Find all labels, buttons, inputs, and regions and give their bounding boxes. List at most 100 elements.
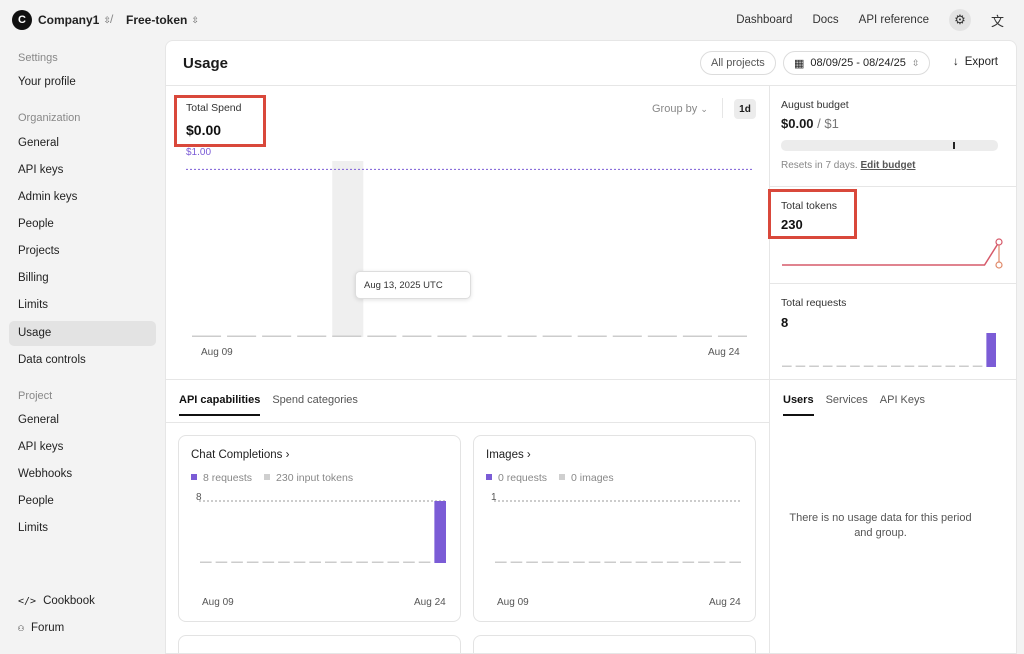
capability-bar [682, 561, 695, 563]
chat-completions-title[interactable]: Chat Completions › [191, 449, 289, 461]
budget-reset-text: Resets in 7 days. Edit budget [781, 160, 916, 171]
dashboard-link[interactable]: Dashboard [736, 14, 792, 26]
sidebar-item-api-keys[interactable]: API keys [9, 158, 156, 183]
sidebar-item-project-general[interactable]: General [9, 408, 156, 433]
capability-bar [713, 561, 726, 563]
chat-legend: 8 requests 230 input tokens [191, 472, 353, 484]
tab-api-keys[interactable]: API Keys [880, 394, 925, 416]
requests-bar [795, 365, 806, 367]
capability-card-4[interactable] [473, 635, 756, 653]
capability-bar [231, 561, 243, 563]
cookbook-link[interactable]: </> Cookbook [18, 595, 95, 607]
images-x-end: Aug 24 [709, 597, 741, 608]
legend-tokens: 230 input tokens [264, 472, 353, 484]
tab-services[interactable]: Services [826, 394, 868, 416]
chat-x-start: Aug 09 [202, 597, 234, 608]
capability-bar [698, 561, 710, 563]
budget-resets: Resets in 7 days. [781, 160, 858, 171]
capability-bar [340, 561, 353, 563]
org-avatar[interactable]: C [12, 10, 32, 30]
chat-completions-title-text: Chat Completions [191, 449, 283, 461]
images-legend: 0 requests 0 images [486, 472, 614, 484]
budget-progress-bar [781, 140, 998, 151]
capability-bar [495, 561, 507, 563]
org-switcher[interactable]: Company1 ⇳ [38, 13, 111, 27]
requests-bar [863, 365, 874, 367]
legend-images: 0 images [559, 472, 614, 484]
tab-api-capabilities[interactable]: API capabilities [179, 394, 261, 416]
settings-heading: Settings [18, 52, 58, 64]
spend-bar [192, 335, 222, 337]
translate-icon[interactable]: 文 [991, 11, 1004, 30]
tokens-chart[interactable] [774, 236, 1014, 276]
api-reference-link[interactable]: API reference [859, 14, 929, 26]
chevron-updown-icon: ⇳ [191, 14, 199, 25]
sidebar-item-data-controls[interactable]: Data controls [9, 348, 156, 373]
tab-users[interactable]: Users [783, 394, 814, 416]
capability-bar [573, 561, 585, 563]
spend-x-end: Aug 24 [708, 347, 740, 358]
images-card[interactable]: Images › 0 requests 0 images 1 Aug 09 Au… [473, 435, 756, 622]
calendar-icon: ▦ [794, 57, 805, 70]
breakdown-tabs: Users Services API Keys [783, 394, 925, 416]
sidebar-item-your-profile[interactable]: Your profile [9, 70, 156, 95]
chevron-right-icon: › [526, 449, 531, 461]
spend-bar [612, 335, 642, 337]
sidebar-item-admin-keys[interactable]: Admin keys [9, 185, 156, 210]
spend-bar [472, 335, 502, 337]
capability-bar [729, 561, 741, 563]
spend-bar [227, 335, 257, 337]
sidebar-item-project-api-keys[interactable]: API keys [9, 435, 156, 460]
forum-link[interactable]: ⚇ Forum [18, 622, 64, 634]
sidebar-item-projects[interactable]: Projects [9, 239, 156, 264]
sidebar-item-limits[interactable]: Limits [9, 293, 156, 318]
capability-bar [526, 561, 538, 563]
sidebar-item-people[interactable]: People [9, 212, 156, 237]
chat-completions-card[interactable]: Chat Completions › 8 requests 230 input … [178, 435, 461, 622]
hover-column [332, 161, 364, 337]
people-icon: ⚇ [18, 622, 25, 634]
main-panel: Usage All projects ▦ 08/09/25 - 08/24/25… [165, 40, 1017, 654]
sidebar-item-webhooks[interactable]: Webhooks [9, 462, 156, 487]
capability-bar [356, 561, 368, 563]
requests-bar [850, 365, 860, 367]
legend-requests-text: 8 requests [203, 472, 253, 484]
total-tokens-label: Total tokens [781, 200, 838, 212]
spend-bar [367, 335, 397, 337]
spend-bar [717, 335, 747, 337]
spend-bar [507, 335, 537, 337]
sidebar-item-general[interactable]: General [9, 131, 156, 156]
docs-link[interactable]: Docs [812, 14, 838, 26]
capability-bar [635, 561, 648, 563]
forum-label: Forum [31, 622, 65, 634]
chat-x-end: Aug 24 [414, 597, 446, 608]
spend-bar [682, 335, 712, 337]
sidebar: Settings Your profile Organization Gener… [0, 40, 165, 654]
requests-bar [986, 333, 996, 367]
capability-bar [588, 561, 601, 563]
images-title[interactable]: Images › [486, 449, 531, 461]
date-range-picker[interactable]: ▦ 08/09/25 - 08/24/25 ⇳ [783, 51, 931, 75]
total-tokens-value: 230 [781, 217, 803, 232]
tokens-line [782, 241, 1000, 266]
project-switcher[interactable]: Free-token ⇳ [126, 13, 199, 27]
sidebar-item-project-people[interactable]: People [9, 489, 156, 514]
capability-card-3[interactable] [178, 635, 461, 653]
capability-bar [620, 561, 632, 563]
export-button[interactable]: ↓ Export [953, 56, 998, 68]
spend-bar [437, 335, 467, 337]
edit-budget-link[interactable]: Edit budget [861, 160, 916, 171]
budget-amount: $0.00 / $1 [781, 116, 839, 131]
requests-bar [904, 365, 915, 367]
capability-bar [418, 561, 431, 563]
gear-icon[interactable]: ⚙ [948, 9, 971, 31]
images-chart [494, 500, 742, 563]
sidebar-item-usage[interactable]: Usage [9, 321, 156, 346]
total-requests-label: Total requests [781, 297, 847, 309]
sidebar-item-billing[interactable]: Billing [9, 266, 156, 291]
sidebar-item-project-limits[interactable]: Limits [9, 516, 156, 541]
chevron-updown-icon: ⇳ [911, 57, 920, 68]
requests-chart[interactable] [778, 329, 1008, 369]
tab-spend-categories[interactable]: Spend categories [272, 394, 358, 416]
budget-label: August budget [781, 99, 849, 111]
